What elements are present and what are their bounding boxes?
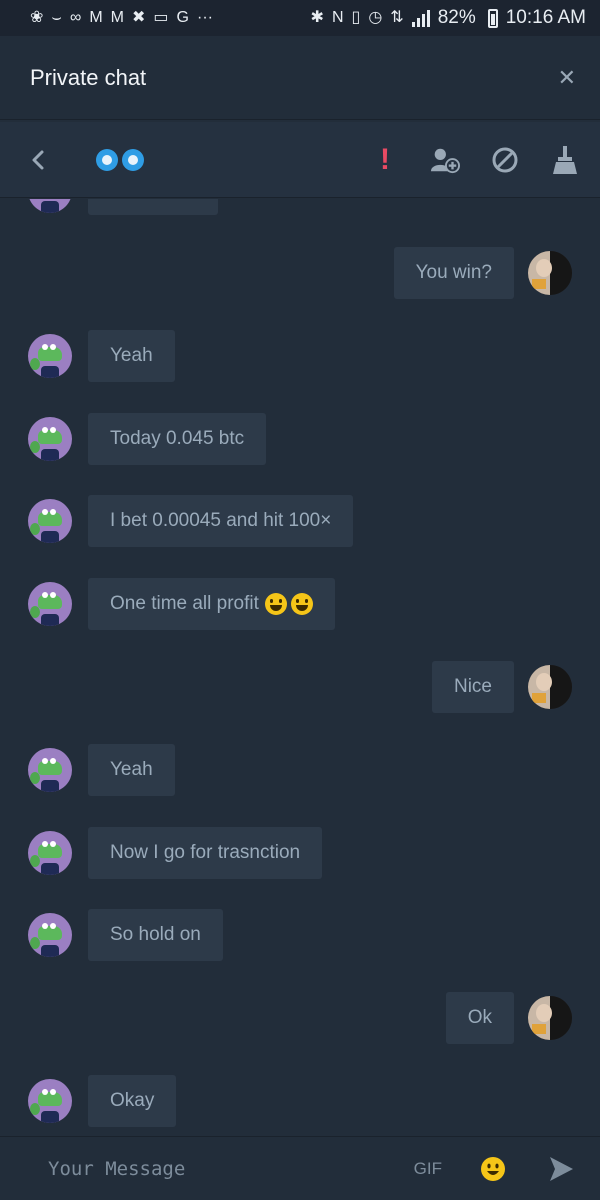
send-icon [550,1156,573,1181]
vibrate-icon: ▯ [351,9,361,26]
back-button[interactable] [26,145,50,175]
eyes-icon[interactable] [96,148,144,171]
gmail-icon: M [89,9,103,26]
message-bubble[interactable]: Yeah [88,330,175,382]
alert-icon[interactable]: ! [370,143,400,176]
message-bubble[interactable]: One time all profit [88,578,335,630]
message-text: Yeah [110,759,153,780]
system-icons: ✱ N ▯ ◷ ⇅ 82% 10:16 AM [311,7,586,29]
emoji-button[interactable] [480,1156,506,1182]
eye-right-icon [122,148,144,171]
message-text: Today 0.045 btc [110,428,245,449]
bluetooth-icon: ✱ [310,9,324,26]
eye-left-icon [96,148,118,171]
message-bubble[interactable]: Today 0.045 btc [88,413,267,465]
message-list[interactable]: You win? Yeah Today 0.045 btc I bet 0.00045… [0,199,600,1135]
avatar[interactable] [28,913,72,957]
outgoing-message: You win? [0,247,600,301]
outgoing-message: Nice [0,661,600,715]
message-bubble[interactable]: So hold on [88,909,223,961]
incoming-message: Yeah [0,744,600,798]
send-button[interactable] [548,1156,574,1182]
clock: 10:16 AM [505,7,586,28]
avatar[interactable] [28,334,72,378]
incoming-message: Yeah [0,330,600,384]
smile-icon: ⌣ [51,9,62,26]
broom-icon [553,145,577,174]
block-user-icon [492,147,518,172]
grinning-emoji-icon [290,593,313,615]
chevron-left-icon [32,150,44,169]
signal-icon [411,9,430,27]
clear-chat-icon[interactable] [550,145,580,175]
message-bubble[interactable]: You win? [393,247,514,299]
alarm-icon: ◷ [368,9,383,26]
message-text: You win? [415,262,492,283]
toolbar-actions: ! [370,143,580,176]
message-bubble[interactable]: Nice [431,661,514,713]
grinning-emoji-icon [264,593,287,615]
message-bubble[interactable]: Ok [445,992,514,1044]
message-text: One time all profit [110,593,259,614]
avatar[interactable] [28,499,72,543]
add-user-icon [430,148,460,173]
avatar[interactable] [28,831,72,875]
message-bubble[interactable]: Yeah [88,744,175,796]
incoming-message: Today 0.045 btc [0,413,600,467]
status-bar: ❀ ⌣ ∞ M M ✖ ▭ G ··· ✱ N ▯ ◷ ⇅ 82% 10:16 … [0,0,600,36]
more-notifications-icon: ··· [196,9,213,26]
gif-button[interactable]: GIF [414,1159,442,1179]
chat-header: Private chat ✕ [0,36,600,120]
message-bubble[interactable]: Okay [88,1075,177,1127]
message-text: I bet 0.00045 and hit 100× [110,510,332,531]
data-icon: ⇅ [390,9,404,26]
incoming-message: Okay [0,1075,600,1129]
incoming-message: I bet 0.00045 and hit 100× [0,495,600,549]
message-text: Yeah [110,345,153,366]
gmail-icon: M [110,9,124,26]
butterfly-icon: ❀ [30,9,44,26]
close-button[interactable]: ✕ [558,65,576,91]
avatar[interactable] [28,582,72,626]
incoming-message: So hold on [0,909,600,963]
avatar [28,199,72,213]
notification-icons: ❀ ⌣ ∞ M M ✖ ▭ G ··· [30,10,213,26]
avatar[interactable] [528,665,572,709]
avatar[interactable] [28,417,72,461]
avatar[interactable] [28,748,72,792]
incoming-message: Now I go for trasnction [0,827,600,881]
message-text: Nice [453,676,492,697]
message-text: Ok [467,1007,492,1028]
infinity-icon: ∞ [69,9,82,26]
nfc-icon: N [331,9,344,26]
message-bubble[interactable]: I bet 0.00045 and hit 100× [88,495,354,547]
smiley-icon [481,1156,505,1181]
voicemail-icon: ▭ [153,9,169,26]
block-icon[interactable] [490,145,520,175]
message-text: Okay [110,1090,155,1111]
satellite-icon: ✖ [132,9,146,26]
avatar[interactable] [528,996,572,1040]
avatar[interactable] [528,251,572,295]
battery-icon [487,8,498,28]
message-bubble-partial [88,199,218,215]
message-text: So hold on [110,924,201,945]
message-input[interactable] [48,1157,414,1180]
maps-icon: G [176,9,189,26]
avatar[interactable] [28,1079,72,1123]
page-title: Private chat [30,64,147,90]
message-bubble[interactable]: Now I go for trasnction [88,827,323,879]
message-text: Now I go for trasnction [110,842,301,863]
outgoing-message: Ok [0,992,600,1046]
chat-toolbar: ! [0,122,600,198]
add-friend-icon[interactable] [430,145,460,175]
battery-percent: 82% [437,7,476,28]
incoming-message: One time all profit [0,578,600,632]
message-composer: GIF [0,1136,600,1200]
